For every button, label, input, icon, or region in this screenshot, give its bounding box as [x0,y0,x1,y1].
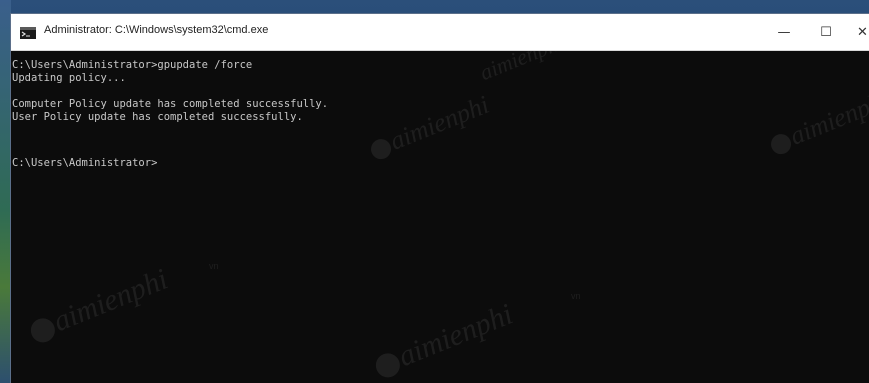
cmd-icon [20,26,36,39]
watermark: aimienphi [370,298,518,383]
console-output[interactable]: C:\Users\Administrator>gpupdate /force U… [11,51,869,383]
watermark: aimienphi [476,51,568,86]
console-line: Updating policy... [12,72,126,84]
minimize-button[interactable]: — [763,14,805,50]
title-bar[interactable]: Administrator: C:\Windows\system32\cmd.e… [11,14,869,51]
desktop-edge [0,0,11,383]
watermark: aimienphi [25,263,173,349]
maximize-icon: ☐ [820,24,832,40]
close-button[interactable]: ✕ [847,14,869,50]
console-line: C:\Users\Administrator>gpupdate /force [12,59,253,71]
cmd-window[interactable]: Administrator: C:\Windows\system32\cmd.e… [11,14,869,383]
minimize-icon: — [777,24,791,40]
console-line: User Policy update has completed success… [12,111,303,123]
maximize-button[interactable]: ☐ [805,14,847,50]
window-title: Administrator: C:\Windows\system32\cmd.e… [44,24,269,36]
watermark-sub: vn [571,291,581,301]
watermark-sub: vn [209,261,219,271]
console-prompt: C:\Users\Administrator> [12,157,158,169]
console-line: Computer Policy update has completed suc… [12,98,329,110]
close-icon: ✕ [857,24,868,40]
watermark: aimienphi [365,90,493,165]
watermark: aimienphi [765,85,869,160]
